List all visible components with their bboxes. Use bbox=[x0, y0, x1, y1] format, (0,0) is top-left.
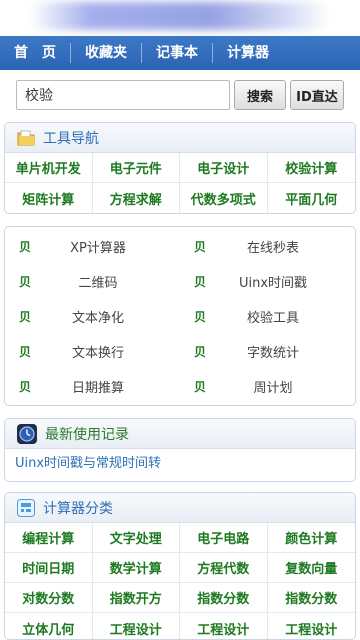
recent-link[interactable]: Uinx时间戳与常规时间转 bbox=[5, 449, 355, 479]
app-item[interactable]: 贝 文本净化 bbox=[5, 299, 180, 334]
app-icon: 贝 bbox=[19, 274, 32, 289]
app-item[interactable]: 贝 周计划 bbox=[180, 369, 355, 404]
blurred-status-bar bbox=[30, 2, 330, 30]
top-nav: 首 页 收藏夹 记事本 计算器 bbox=[0, 36, 360, 70]
app-icon: 贝 bbox=[194, 309, 207, 324]
app-icon: 贝 bbox=[194, 274, 207, 289]
search-input[interactable] bbox=[16, 80, 230, 110]
recent-title: 最新使用记录 bbox=[45, 426, 129, 443]
nav-notepad[interactable]: 记事本 bbox=[142, 43, 213, 63]
app-icon: 贝 bbox=[19, 344, 32, 359]
tool-nav-panel: 工具导航 单片机开发 电子元件 电子设计 校验计算 矩阵计算 方程求解 代数多项… bbox=[4, 122, 356, 214]
app-icon: 贝 bbox=[194, 239, 207, 254]
tool-item[interactable]: 方程求解 bbox=[93, 183, 180, 213]
app-item[interactable]: 贝 在线秒表 bbox=[180, 229, 355, 264]
category-panel: 计算器分类 编程计算 文字处理 电子电路 颜色计算 时间日期 数学计算 方程代数… bbox=[4, 492, 356, 640]
category-item[interactable]: 数学计算 bbox=[92, 553, 180, 583]
tool-item[interactable]: 代数多项式 bbox=[180, 183, 268, 213]
category-item[interactable]: 时间日期 bbox=[5, 553, 93, 583]
tool-nav-grid: 单片机开发 电子元件 电子设计 校验计算 矩阵计算 方程求解 代数多项式 平面几… bbox=[5, 153, 355, 213]
app-label: XP计算器 bbox=[70, 241, 126, 256]
tool-item[interactable]: 矩阵计算 bbox=[5, 183, 93, 213]
app-item[interactable]: 贝 二维码 bbox=[5, 264, 180, 299]
recent-header: 最新使用记录 bbox=[5, 419, 355, 449]
category-item[interactable]: 指数开方 bbox=[92, 583, 180, 613]
category-grid: 编程计算 文字处理 电子电路 颜色计算 时间日期 数学计算 方程代数 复数向量 … bbox=[5, 523, 356, 639]
category-item[interactable]: 颜色计算 bbox=[267, 523, 355, 553]
app-label: 二维码 bbox=[78, 276, 118, 291]
app-item[interactable]: 贝 Uinx时间戳 bbox=[180, 264, 355, 299]
app-row: 贝 文本净化 贝 校验工具 bbox=[5, 299, 355, 334]
calculator-icon bbox=[17, 498, 35, 517]
app-row: 贝 XP计算器 贝 在线秒表 bbox=[5, 229, 355, 264]
app-item[interactable]: 贝 XP计算器 bbox=[5, 229, 180, 264]
category-item[interactable]: 工程设计 bbox=[180, 613, 268, 639]
folder-icon bbox=[17, 130, 35, 146]
app-icon: 贝 bbox=[19, 239, 32, 254]
category-item[interactable]: 工程设计 bbox=[268, 613, 356, 639]
app-row: 贝 日期推算 贝 周计划 bbox=[5, 369, 355, 404]
tool-nav-title: 工具导航 bbox=[43, 130, 99, 147]
category-item[interactable]: 对数分数 bbox=[5, 583, 93, 613]
recent-panel: 最新使用记录 Uinx时间戳与常规时间转 bbox=[4, 418, 356, 482]
app-icon: 贝 bbox=[19, 379, 32, 394]
category-title: 计算器分类 bbox=[43, 500, 113, 517]
nav-home[interactable]: 首 页 bbox=[0, 43, 71, 63]
category-header: 计算器分类 bbox=[5, 493, 355, 523]
tool-item[interactable]: 电子元件 bbox=[92, 153, 180, 183]
app-list-panel: 贝 XP计算器 贝 在线秒表 贝 二维码 贝 Uinx时间戳 贝 文本净化 贝 … bbox=[4, 226, 356, 406]
category-item[interactable]: 工程设计 bbox=[93, 613, 180, 639]
category-item[interactable]: 电子电路 bbox=[180, 523, 268, 553]
search-button[interactable]: 搜索 bbox=[234, 80, 286, 110]
app-label: 日期推算 bbox=[71, 381, 124, 396]
app-label: 字数统计 bbox=[246, 346, 299, 361]
app-icon: 贝 bbox=[194, 379, 207, 394]
category-item[interactable]: 文字处理 bbox=[92, 523, 180, 553]
category-item[interactable]: 复数向量 bbox=[267, 553, 355, 583]
category-item[interactable]: 指数分数 bbox=[267, 583, 355, 613]
app-row: 贝 文本换行 贝 字数统计 bbox=[5, 334, 355, 369]
category-item[interactable]: 指数分数 bbox=[180, 583, 268, 613]
app-label: 文本换行 bbox=[71, 346, 124, 361]
app-label: Uinx时间戳 bbox=[238, 276, 308, 291]
clock-icon bbox=[17, 423, 37, 444]
app-item[interactable]: 贝 文本换行 bbox=[5, 334, 180, 369]
nav-calculator[interactable]: 计算器 bbox=[213, 43, 283, 63]
tool-item[interactable]: 校验计算 bbox=[267, 153, 355, 183]
id-direct-button[interactable]: ID直达 bbox=[290, 80, 344, 110]
app-item[interactable]: 贝 字数统计 bbox=[180, 334, 355, 369]
tool-item[interactable]: 平面几何 bbox=[268, 183, 356, 213]
app-item[interactable]: 贝 校验工具 bbox=[180, 299, 355, 334]
app-label: 文本净化 bbox=[71, 311, 124, 326]
nav-favorites[interactable]: 收藏夹 bbox=[71, 43, 142, 63]
category-item[interactable]: 编程计算 bbox=[5, 523, 93, 553]
search-bar: 搜索 ID直达 bbox=[16, 80, 346, 110]
app-item[interactable]: 贝 日期推算 bbox=[5, 369, 180, 404]
category-item[interactable]: 方程代数 bbox=[180, 553, 268, 583]
category-item[interactable]: 立体几何 bbox=[5, 613, 93, 639]
app-row: 贝 二维码 贝 Uinx时间戳 bbox=[5, 264, 355, 299]
app-label: 周计划 bbox=[253, 381, 293, 396]
tool-item[interactable]: 单片机开发 bbox=[5, 153, 93, 183]
app-label: 在线秒表 bbox=[246, 241, 299, 256]
app-label: 校验工具 bbox=[246, 311, 299, 326]
tool-nav-header: 工具导航 bbox=[5, 123, 355, 153]
app-icon: 贝 bbox=[194, 344, 207, 359]
tool-item[interactable]: 电子设计 bbox=[180, 153, 268, 183]
app-icon: 贝 bbox=[19, 309, 32, 324]
